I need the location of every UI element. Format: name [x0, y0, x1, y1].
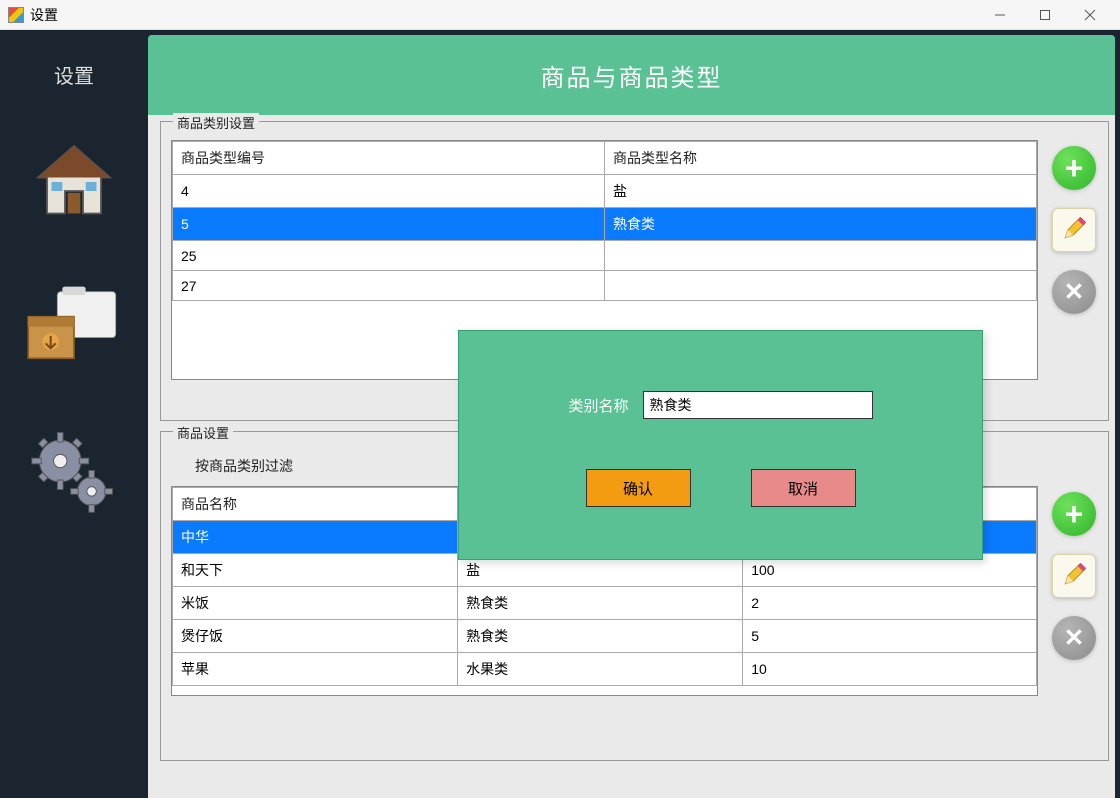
product-col-name: 商品名称: [173, 488, 458, 521]
confirm-button[interactable]: 确认: [586, 469, 691, 507]
product-name-cell: 煲仔饭: [173, 620, 458, 653]
product-price-cell: 2: [743, 587, 1037, 620]
sidebar-item-settings[interactable]: [19, 423, 129, 518]
product-group-title: 商品设置: [173, 423, 233, 442]
box-folder-icon: [24, 275, 124, 375]
sidebar: 设置: [0, 30, 148, 798]
minimize-button[interactable]: [977, 1, 1022, 29]
category-col-name: 商品类型名称: [605, 142, 1037, 175]
close-icon: [1063, 626, 1085, 651]
table-row[interactable]: 27: [173, 271, 1037, 301]
product-type-cell: 熟食类: [458, 620, 743, 653]
category-delete-button[interactable]: [1052, 270, 1096, 314]
product-name-cell: 和天下: [173, 554, 458, 587]
product-price-cell: 10: [743, 653, 1037, 686]
plus-icon: +: [1065, 498, 1084, 530]
category-group-title: 商品类别设置: [173, 113, 259, 132]
cancel-label: 取消: [788, 478, 818, 499]
category-actions: +: [1048, 140, 1100, 314]
window-titlebar: 设置: [0, 0, 1120, 30]
category-id-cell: 5: [173, 208, 605, 241]
confirm-label: 确认: [623, 478, 653, 499]
gears-icon: [27, 423, 122, 518]
cancel-button[interactable]: 取消: [751, 469, 856, 507]
pencil-icon: [1060, 215, 1088, 246]
window-controls: [977, 1, 1112, 29]
table-row[interactable]: 米饭熟食类2: [173, 587, 1037, 620]
dialog-field-label: 类别名称: [568, 395, 628, 416]
category-name-cell: [605, 241, 1037, 271]
product-actions: +: [1048, 486, 1100, 660]
page-header: 商品与商品类型: [148, 35, 1115, 115]
table-row[interactable]: 苹果水果类10: [173, 653, 1037, 686]
category-add-button[interactable]: +: [1052, 146, 1096, 190]
page-title: 商品与商品类型: [541, 58, 723, 93]
product-type-cell: 水果类: [458, 653, 743, 686]
category-name-cell: 熟食类: [605, 208, 1037, 241]
plus-icon: +: [1065, 152, 1084, 184]
product-name-cell: 米饭: [173, 587, 458, 620]
category-name-cell: [605, 271, 1037, 301]
main-panel: 商品与商品类型 商品类别设置 商品类型编号 商品类型名称: [148, 35, 1115, 798]
product-edit-button[interactable]: [1052, 554, 1096, 598]
product-name-cell: 中华: [173, 521, 458, 554]
sidebar-title: 设置: [54, 60, 94, 89]
table-row[interactable]: 4盐: [173, 175, 1037, 208]
close-button[interactable]: [1067, 1, 1112, 29]
product-price-cell: 5: [743, 620, 1037, 653]
category-col-id: 商品类型编号: [173, 142, 605, 175]
category-id-cell: 4: [173, 175, 605, 208]
maximize-button[interactable]: [1022, 1, 1067, 29]
house-icon: [29, 137, 119, 227]
category-id-cell: 25: [173, 241, 605, 271]
category-name-cell: 盐: [605, 175, 1037, 208]
product-type-cell: 熟食类: [458, 587, 743, 620]
product-add-button[interactable]: +: [1052, 492, 1096, 536]
window-title: 设置: [30, 5, 58, 25]
category-edit-button[interactable]: [1052, 208, 1096, 252]
product-delete-button[interactable]: [1052, 616, 1096, 660]
sidebar-item-files[interactable]: [19, 275, 129, 375]
app-icon: [8, 7, 24, 23]
pencil-icon: [1060, 561, 1088, 592]
close-icon: [1063, 280, 1085, 305]
category-id-cell: 27: [173, 271, 605, 301]
sidebar-item-home[interactable]: [19, 137, 129, 227]
category-name-input[interactable]: [643, 391, 873, 419]
table-row[interactable]: 25: [173, 241, 1037, 271]
table-row[interactable]: 5熟食类: [173, 208, 1037, 241]
product-name-cell: 苹果: [173, 653, 458, 686]
table-row[interactable]: 煲仔饭熟食类5: [173, 620, 1037, 653]
edit-category-dialog: 类别名称 确认 取消: [458, 330, 983, 560]
